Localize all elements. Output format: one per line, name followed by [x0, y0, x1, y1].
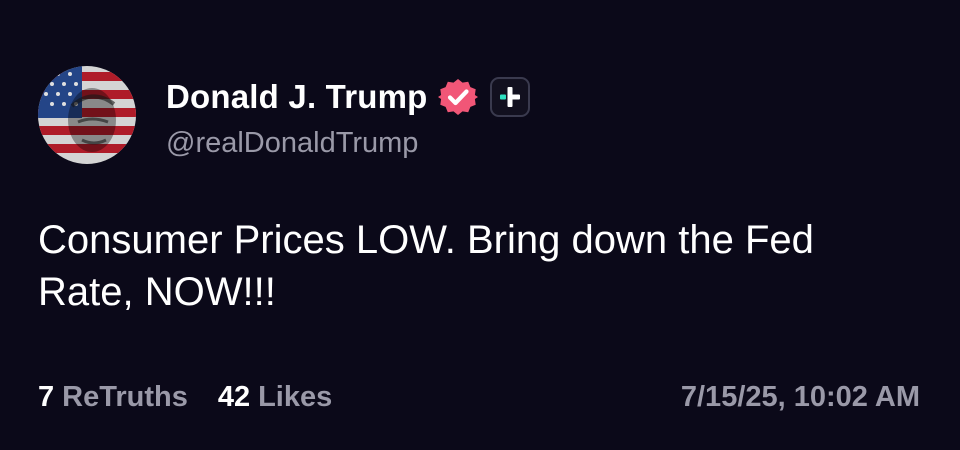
- likes-stat[interactable]: 42 Likes: [218, 381, 332, 414]
- likes-count: 42: [217, 380, 251, 413]
- post-footer: 7 ReTruths 42 Likes 7/15/25, 10:02 AM: [38, 375, 920, 419]
- plus-icon: [499, 87, 520, 107]
- plus-icon-button[interactable]: [489, 77, 530, 117]
- retruths-label: ReTruths: [62, 380, 188, 413]
- post-timestamp[interactable]: 7/15/25, 10:02 AM: [681, 381, 920, 414]
- truth-post: Donald J. Trump @realDonaldTrump Consume…: [0, 0, 960, 450]
- avatar-image: [38, 66, 136, 164]
- post-text: Consumer Prices LOW. Bring down the Fed …: [38, 218, 814, 314]
- verified-badge-icon: [437, 77, 478, 117]
- retruths-count: 7: [38, 380, 55, 413]
- retruths-stat[interactable]: 7 ReTruths: [38, 381, 188, 414]
- likes-label: Likes: [258, 380, 333, 413]
- author-name-row: Donald J. Trump: [166, 76, 530, 118]
- author-display-name[interactable]: Donald J. Trump: [166, 78, 428, 116]
- profile-avatar[interactable]: [38, 66, 136, 164]
- author-handle[interactable]: @realDonaldTrump: [166, 127, 418, 160]
